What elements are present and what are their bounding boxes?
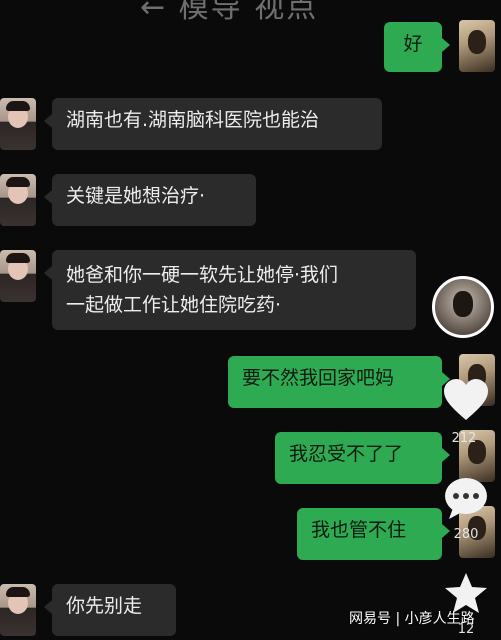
message-bubble-sent: 我也管不住 [297,508,450,560]
message-text: 好 [403,33,423,55]
avatar-contact[interactable] [0,584,36,636]
message-bubble-received: 她爸和你一硬一软先让她停·我们 一起做工作让她住院吃药· [44,250,416,330]
message-text: 你先别走 [66,595,143,617]
message-text: 我也管不住 [311,519,407,541]
like-count: 212 [451,431,477,446]
watermark: 网易号 | 小彦人生路 [349,611,475,627]
partial-header-title: ← 模导 视点 [140,0,319,25]
message-text-line-2: 一起做工作让她住院吃药· [66,294,282,316]
avatar-contact[interactable] [0,98,36,150]
creator-profile-avatar[interactable] [432,276,494,338]
message-bubble-sent: 要不然我回家吧妈 [228,356,450,408]
message-text: 我忍受不了了 [289,443,404,465]
message-bubble-sent: 好 [384,22,450,72]
message-bubble-received: 湖南也有.湖南脑科医院也能治 [44,98,382,150]
message-text-line-1: 她爸和你一硬一软先让她停·我们 [66,264,339,286]
message-text: 湖南也有.湖南脑科医院也能治 [66,109,320,131]
message-bubble-received: 关键是她想治疗· [44,174,256,226]
comment-count: 280 [453,527,479,542]
message-text: 关键是她想治疗· [66,185,206,207]
message-bubble-received: 你先别走 [44,584,176,636]
avatar-contact[interactable] [0,250,36,302]
message-text: 要不然我回家吧妈 [242,367,395,389]
message-bubble-sent: 我忍受不了了 [275,432,450,484]
avatar-contact[interactable] [0,174,36,226]
avatar-self[interactable] [459,20,495,72]
heart-icon[interactable] [442,378,490,422]
comment-icon[interactable] [443,476,489,520]
